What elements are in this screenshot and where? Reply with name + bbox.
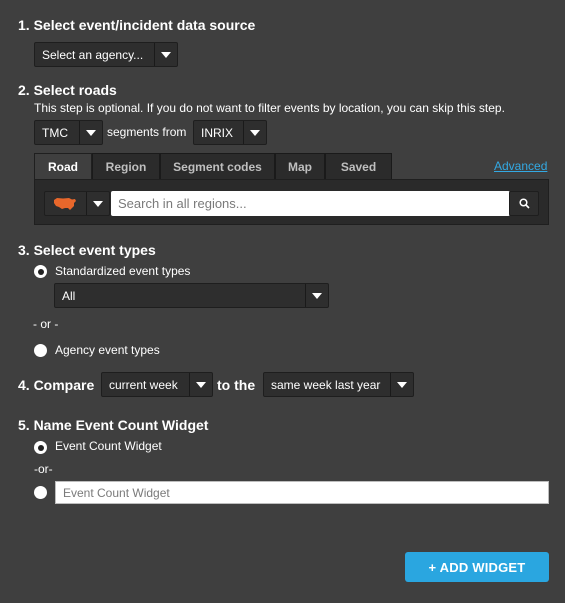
agency-select[interactable]: Select an agency... — [34, 42, 178, 67]
chevron-down-icon — [79, 121, 102, 144]
road-search-input[interactable] — [111, 191, 510, 216]
chevron-down-icon — [154, 43, 177, 66]
segment-source-value: INRIX — [201, 125, 234, 140]
tab-map[interactable]: Map — [275, 153, 325, 179]
usa-map-icon — [45, 192, 86, 215]
search-icon — [510, 192, 538, 215]
chevron-down-icon — [305, 284, 328, 307]
default-name-label: Event Count Widget — [55, 439, 162, 453]
region-scope-select[interactable] — [44, 191, 110, 216]
or-separator-2: -or- — [34, 462, 53, 476]
advanced-link[interactable]: Advanced — [494, 159, 547, 173]
compare-period-select[interactable]: current week — [101, 372, 213, 397]
step3-heading: 3. Select event types — [18, 242, 156, 258]
agency-select-value: Select an agency... — [42, 47, 144, 62]
segments-from-label: segments from — [107, 125, 187, 139]
chevron-down-icon — [390, 373, 413, 396]
default-name-radio[interactable] — [34, 441, 47, 454]
compare-baseline-value: same week last year — [271, 377, 381, 392]
road-search-panel — [34, 179, 549, 225]
agency-event-types-radio[interactable] — [34, 344, 47, 357]
road-selector-tabs: Road Region Segment codes Map Saved — [34, 153, 392, 179]
tab-region[interactable]: Region — [92, 153, 160, 179]
compare-baseline-select[interactable]: same week last year — [263, 372, 414, 397]
step5-heading: 5. Name Event Count Widget — [18, 417, 209, 433]
chevron-down-icon — [243, 121, 266, 144]
custom-name-input[interactable] — [55, 481, 549, 504]
segment-type-select[interactable]: TMC — [34, 120, 103, 145]
compare-period-value: current week — [109, 377, 178, 392]
chevron-down-icon — [86, 192, 109, 215]
step2-note: This step is optional. If you do not wan… — [34, 101, 505, 115]
tab-road[interactable]: Road — [34, 153, 92, 179]
or-separator: - or - — [33, 317, 59, 331]
standardized-event-types-select[interactable]: All — [54, 283, 329, 308]
tab-saved[interactable]: Saved — [325, 153, 392, 179]
to-the-label: to the — [217, 377, 256, 393]
standardized-event-types-label: Standardized event types — [55, 264, 191, 278]
standardized-event-types-radio[interactable] — [34, 265, 47, 278]
agency-event-types-label: Agency event types — [55, 343, 160, 357]
step1-heading: 1. Select event/incident data source — [18, 17, 256, 33]
segment-source-select[interactable]: INRIX — [193, 120, 267, 145]
segment-type-value: TMC — [42, 125, 68, 140]
standardized-select-value: All — [62, 288, 76, 303]
tab-segment-codes[interactable]: Segment codes — [160, 153, 275, 179]
custom-name-radio[interactable] — [34, 486, 47, 499]
search-button[interactable] — [509, 191, 539, 216]
add-widget-button[interactable]: + ADD WIDGET — [405, 552, 549, 582]
step2-heading: 2. Select roads — [18, 82, 117, 98]
step4-heading: 4. Compare — [18, 377, 95, 393]
chevron-down-icon — [189, 373, 212, 396]
